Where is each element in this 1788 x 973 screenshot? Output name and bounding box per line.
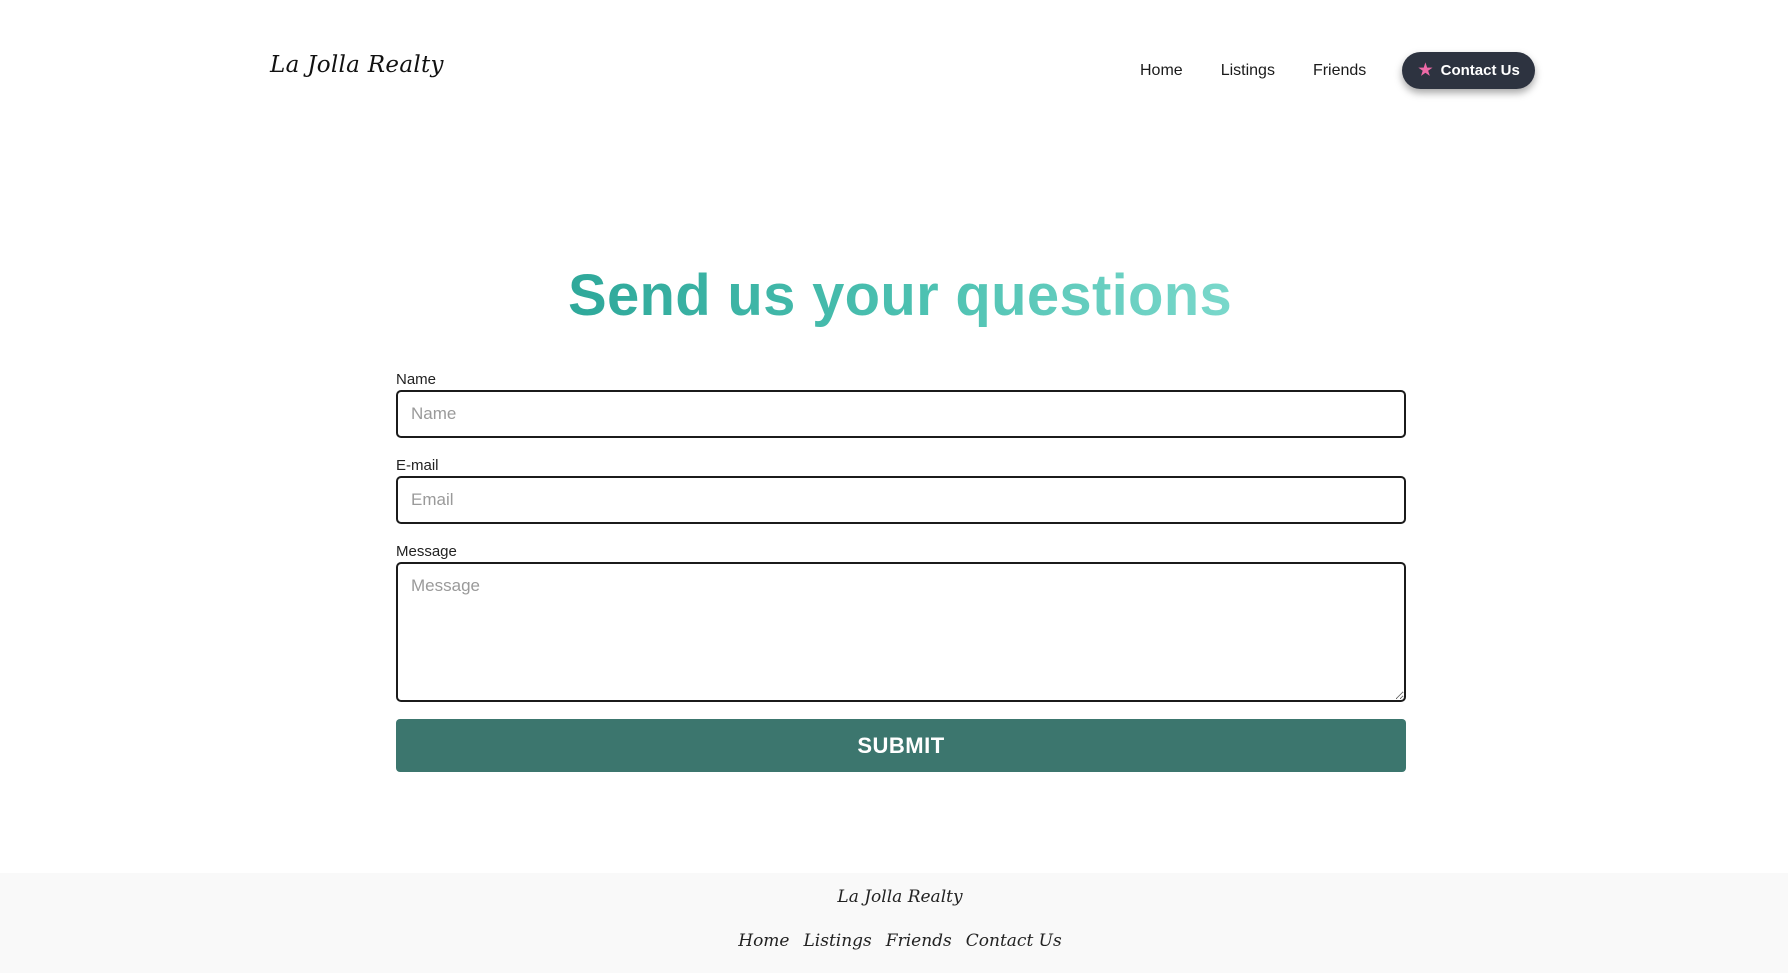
main-nav: Home Listings Friends ★ Contact Us <box>1140 52 1535 89</box>
footer-link-listings[interactable]: Listings <box>804 931 872 951</box>
footer-brand: La Jolla Realty <box>837 887 963 907</box>
nav-link-listings[interactable]: Listings <box>1221 52 1275 89</box>
site-header: La Jolla Realty Home Listings Friends ★ … <box>0 0 1788 140</box>
nav-link-home[interactable]: Home <box>1140 52 1183 89</box>
footer-link-friends[interactable]: Friends <box>886 931 952 951</box>
footer-link-home[interactable]: Home <box>738 931 789 951</box>
contact-form: Name E-mail Message SUBMIT <box>396 370 1406 772</box>
star-icon: ★ <box>1418 61 1433 79</box>
message-textarea[interactable] <box>396 562 1406 702</box>
email-label: E-mail <box>396 457 439 474</box>
brand-logo[interactable]: La Jolla Realty <box>270 52 444 78</box>
message-label: Message <box>396 543 457 560</box>
name-label: Name <box>396 371 437 388</box>
nav-link-friends[interactable]: Friends <box>1313 52 1366 89</box>
footer-nav: Home Listings Friends Contact Us <box>0 931 1788 951</box>
page-title: Send us your questions <box>0 262 1788 329</box>
site-footer: La Jolla Realty Home Listings Friends Co… <box>0 873 1788 973</box>
contact-us-button[interactable]: ★ Contact Us <box>1402 52 1535 89</box>
page: La Jolla Realty Home Listings Friends ★ … <box>0 0 1788 973</box>
contact-us-label: Contact Us <box>1440 62 1520 79</box>
email-input[interactable] <box>396 476 1406 524</box>
footer-link-contact-us[interactable]: Contact Us <box>966 931 1062 951</box>
submit-button[interactable]: SUBMIT <box>396 719 1406 772</box>
page-title-text: Send us your questions <box>567 263 1233 328</box>
name-input[interactable] <box>396 390 1406 438</box>
